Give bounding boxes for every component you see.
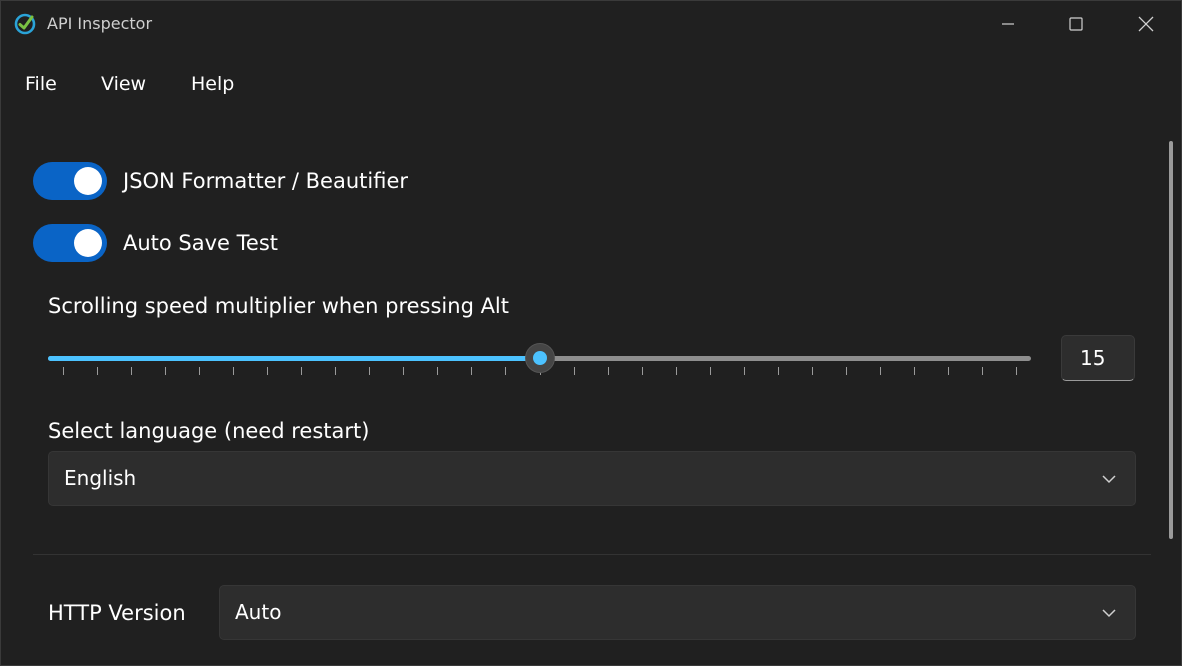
slider-tick: [811, 367, 813, 375]
scroll-speed-value-input[interactable]: 15: [1061, 335, 1135, 381]
slider-tick: [913, 367, 915, 375]
minimize-button[interactable]: [973, 1, 1043, 47]
slider-tick: [573, 367, 575, 375]
minimize-icon: [1002, 23, 1014, 25]
language-dropdown[interactable]: English: [48, 451, 1136, 506]
slider-tick: [199, 367, 201, 375]
http-version-selected: Auto: [235, 600, 282, 624]
slider-tick: [675, 367, 677, 375]
toggle-knob: [74, 229, 102, 257]
json-formatter-toggle[interactable]: [33, 162, 107, 200]
http-version-label: HTTP Version: [48, 601, 186, 625]
slider-tick: [947, 367, 949, 375]
scroll-speed-label: Scrolling speed multiplier when pressing…: [48, 294, 510, 318]
slider-thumb-center: [533, 351, 547, 365]
slider-tick: [63, 367, 64, 375]
menu-file[interactable]: File: [25, 59, 57, 109]
scroll-speed-slider[interactable]: [48, 341, 1031, 377]
slider-tick: [403, 367, 405, 375]
chevron-down-icon: [1102, 609, 1116, 618]
slider-tick: [471, 367, 473, 375]
slider-tick: [165, 367, 167, 375]
slider-tick: [505, 367, 507, 375]
slider-tick: [369, 367, 371, 375]
slider-fill: [48, 356, 540, 361]
language-label: Select language (need restart): [48, 419, 370, 443]
auto-save-label: Auto Save Test: [123, 231, 279, 255]
slider-tick: [1016, 367, 1017, 375]
slider-tick: [607, 367, 609, 375]
slider-tick: [437, 367, 439, 375]
maximize-icon: [1069, 17, 1083, 31]
menu-view[interactable]: View: [101, 59, 146, 109]
slider-tick: [131, 367, 133, 375]
slider-tick: [981, 367, 983, 375]
section-divider: [33, 554, 1151, 555]
json-formatter-label: JSON Formatter / Beautifier: [123, 169, 409, 193]
language-selected: English: [64, 466, 137, 490]
window-title: API Inspector: [47, 14, 153, 33]
slider-tick: [879, 367, 881, 375]
slider-tick: [301, 367, 303, 375]
slider-tick: [709, 367, 711, 375]
toggle-knob: [74, 167, 102, 195]
slider-tick: [233, 367, 235, 375]
json-formatter-setting: JSON Formatter / Beautifier: [33, 161, 408, 201]
slider-tick: [97, 367, 99, 375]
menu-help[interactable]: Help: [191, 59, 234, 109]
slider-tick: [335, 367, 337, 375]
slider-thumb[interactable]: [525, 343, 555, 373]
auto-save-setting: Auto Save Test: [33, 223, 278, 263]
slider-tick: [777, 367, 779, 375]
maximize-button[interactable]: [1041, 1, 1111, 47]
slider-tick: [845, 367, 847, 375]
close-button[interactable]: [1111, 1, 1181, 47]
title-bar[interactable]: API Inspector: [1, 1, 1181, 47]
close-icon: [1138, 16, 1154, 32]
app-window: API Inspector File View Help JSON Format…: [0, 0, 1182, 666]
check-circle-icon: [14, 13, 36, 35]
chevron-down-icon: [1102, 475, 1116, 484]
auto-save-toggle[interactable]: [33, 224, 107, 262]
slider-tick: [267, 367, 269, 375]
slider-tick: [641, 367, 643, 375]
vertical-scrollbar[interactable]: [1169, 141, 1173, 539]
http-version-dropdown[interactable]: Auto: [219, 585, 1136, 640]
slider-tick: [743, 367, 745, 375]
